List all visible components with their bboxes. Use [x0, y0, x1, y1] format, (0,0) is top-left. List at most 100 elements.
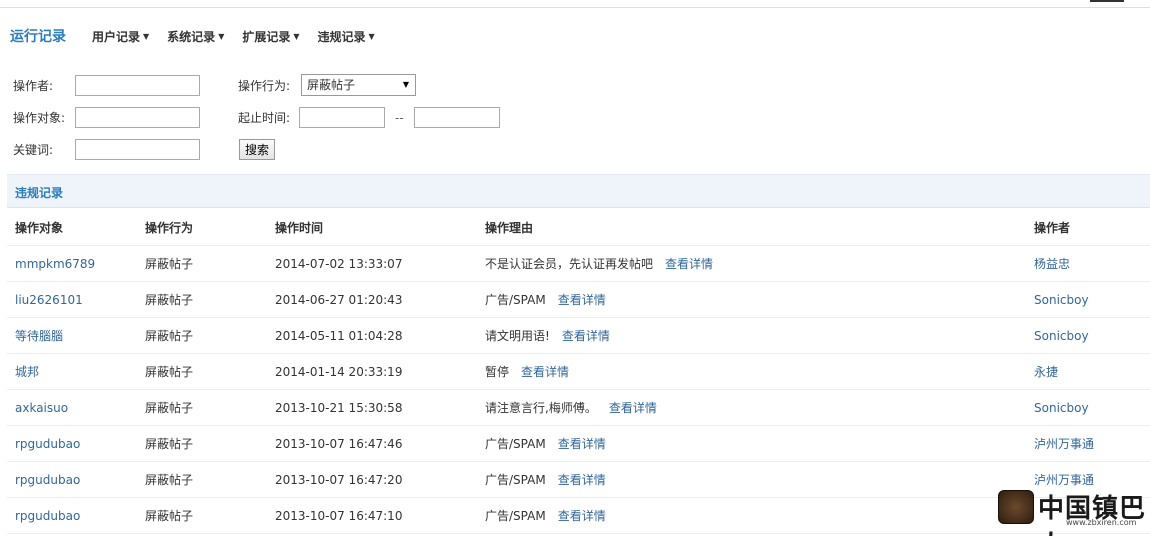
action-select-value: 屏蔽帖子	[307, 78, 356, 92]
action-cell: 屏蔽帖子	[145, 473, 194, 487]
caret-down-icon: ▼	[218, 31, 225, 41]
nav-violation-records[interactable]: 违规记录 ▼	[318, 28, 375, 45]
operator-link[interactable]: Sonicboy	[1034, 318, 1089, 354]
column-header: 操作时间	[275, 221, 324, 235]
time-cell: 2014-01-14 20:33:19	[275, 365, 403, 379]
target-link[interactable]: rpgudubao	[15, 462, 80, 498]
view-details-link[interactable]: 查看详情	[562, 329, 610, 343]
time-cell: 2014-06-27 01:20:43	[275, 293, 403, 307]
operator-link[interactable]: 杨益忠	[1034, 246, 1070, 282]
reason-cell: 不是认证会员，先认证再发帖吧 查看详情	[485, 246, 713, 282]
view-details-link[interactable]: 查看详情	[521, 365, 569, 379]
action-cell: 屏蔽帖子	[145, 365, 194, 379]
reason-text: 请文明用语!	[485, 329, 550, 343]
action-label: 操作行为:	[238, 79, 291, 93]
keyword-input[interactable]	[75, 139, 200, 160]
reason-text: 不是认证会员，先认证再发帖吧	[485, 257, 654, 271]
nav-label: 系统记录	[167, 29, 216, 44]
operator-label: 操作者:	[13, 79, 54, 93]
view-details-link[interactable]: 查看详情	[558, 437, 606, 451]
section-header: 违规记录	[7, 174, 1150, 208]
page-title[interactable]: 运行记录	[10, 26, 66, 46]
time-cell: 2013-10-21 15:30:58	[275, 401, 403, 415]
nav-menu: 用户记录 ▼ 系统记录 ▼ 扩展记录 ▼ 违规记录 ▼	[92, 28, 393, 45]
reason-cell: 广告/SPAM 查看详情	[485, 462, 606, 498]
nav-extension-records[interactable]: 扩展记录 ▼	[242, 28, 299, 45]
target-link[interactable]: rpgudubao	[15, 498, 80, 534]
title-row: 运行记录 用户记录 ▼ 系统记录 ▼ 扩展记录 ▼ 违规记录 ▼	[10, 26, 393, 46]
search-button[interactable]: 搜索	[239, 139, 275, 160]
view-details-link[interactable]: 查看详情	[665, 257, 713, 271]
reason-text: 广告/SPAM	[485, 293, 546, 307]
table-row: 城邦 屏蔽帖子 2014-01-14 20:33:19 暂停 查看详情 永捷	[7, 354, 1150, 390]
reason-cell: 请文明用语! 查看详情	[485, 318, 610, 354]
table-row: rpgudubao 屏蔽帖子 2013-10-07 16:47:10 广告/SP…	[7, 498, 1150, 534]
seal-logo	[998, 490, 1034, 524]
time-cell: 2013-10-07 16:47:46	[275, 437, 403, 451]
action-select[interactable]: 屏蔽帖子 ▼	[301, 74, 416, 96]
table-row: liu2626101 屏蔽帖子 2014-06-27 01:20:43 广告/S…	[7, 282, 1150, 318]
caret-down-icon: ▼	[293, 31, 300, 41]
column-header: 操作者	[1034, 221, 1071, 235]
reason-text: 请注意言行,梅师傅。	[485, 401, 597, 415]
time-cell: 2013-10-07 16:47:10	[275, 509, 403, 523]
nav-label: 用户记录	[92, 29, 141, 44]
time-cell: 2014-05-11 01:04:28	[275, 329, 403, 343]
action-cell: 屏蔽帖子	[145, 257, 194, 271]
time-cell: 2014-07-02 13:33:07	[275, 257, 403, 271]
nav-system-records[interactable]: 系统记录 ▼	[167, 28, 224, 45]
time-cell: 2013-10-07 16:47:20	[275, 473, 403, 487]
table-row: rpgudubao 屏蔽帖子 2013-10-07 16:47:46 广告/SP…	[7, 426, 1150, 462]
table-row: axkaisuo 屏蔽帖子 2013-10-21 15:30:58 请注意言行,…	[7, 390, 1150, 426]
target-link[interactable]: rpgudubao	[15, 426, 80, 462]
target-label: 操作对象:	[13, 111, 66, 125]
section-title: 违规记录	[15, 186, 64, 200]
reason-text: 广告/SPAM	[485, 473, 546, 487]
table-header: 操作对象 操作行为 操作时间 操作理由 操作者	[7, 210, 1150, 246]
action-cell: 屏蔽帖子	[145, 401, 194, 415]
reason-cell: 暂停 查看详情	[485, 354, 569, 390]
target-link[interactable]: 等待腦腦	[15, 318, 63, 354]
view-details-link[interactable]: 查看详情	[558, 293, 606, 307]
end-time-input[interactable]	[414, 107, 500, 128]
nav-label: 违规记录	[317, 29, 366, 44]
table-row: 等待腦腦 屏蔽帖子 2014-05-11 01:04:28 请文明用语! 查看详情…	[7, 318, 1150, 354]
view-details-link[interactable]: 查看详情	[558, 509, 606, 523]
target-link[interactable]: axkaisuo	[15, 390, 68, 426]
nav-label: 扩展记录	[242, 29, 291, 44]
top-bar	[0, 0, 1150, 8]
reason-cell: 广告/SPAM 查看详情	[485, 426, 606, 462]
view-details-link[interactable]: 查看详情	[609, 401, 657, 415]
target-link[interactable]: 城邦	[15, 354, 39, 390]
target-link[interactable]: liu2626101	[15, 282, 83, 318]
column-header: 操作行为	[145, 221, 194, 235]
operator-link[interactable]: 永捷	[1034, 354, 1058, 390]
reason-text: 暂停	[485, 365, 510, 379]
watermark-text: 中国镇巴人	[1038, 494, 1147, 536]
reason-cell: 广告/SPAM 查看详情	[485, 282, 606, 318]
site-watermark: 中国镇巴人 www.zbxiren.com	[998, 486, 1148, 536]
time-label: 起止时间:	[238, 111, 291, 125]
reason-cell: 广告/SPAM 查看详情	[485, 498, 606, 534]
top-bar-button[interactable]	[1090, 0, 1124, 2]
action-cell: 屏蔽帖子	[145, 329, 194, 343]
caret-down-icon: ▼	[368, 31, 375, 41]
records-table: 操作对象 操作行为 操作时间 操作理由 操作者 mmpkm6789 屏蔽帖子 2…	[7, 210, 1150, 534]
view-details-link[interactable]: 查看详情	[558, 473, 606, 487]
operator-link[interactable]: Sonicboy	[1034, 282, 1089, 318]
table-row: rpgudubao 屏蔽帖子 2013-10-07 16:47:20 广告/SP…	[7, 462, 1150, 498]
target-link[interactable]: mmpkm6789	[15, 246, 95, 282]
column-header: 操作理由	[485, 221, 534, 235]
target-input[interactable]	[75, 107, 200, 128]
operator-link[interactable]: 泸州万事通	[1034, 426, 1094, 462]
nav-user-records[interactable]: 用户记录 ▼	[92, 28, 149, 45]
operator-input[interactable]	[75, 75, 200, 96]
operator-link[interactable]: Sonicboy	[1034, 390, 1089, 426]
start-time-input[interactable]	[299, 107, 385, 128]
reason-cell: 请注意言行,梅师傅。 查看详情	[485, 390, 657, 426]
dropdown-arrow-icon: ▼	[402, 80, 409, 89]
keyword-label: 关键词:	[13, 143, 54, 157]
column-header: 操作对象	[15, 221, 64, 235]
caret-down-icon: ▼	[143, 31, 150, 41]
table-row: mmpkm6789 屏蔽帖子 2014-07-02 13:33:07 不是认证会…	[7, 246, 1150, 282]
